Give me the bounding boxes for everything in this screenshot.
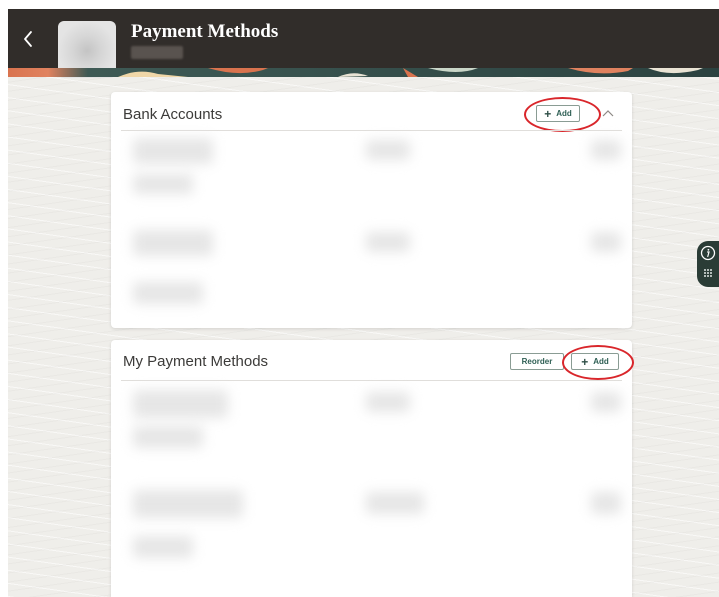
- redacted-content: [133, 536, 193, 558]
- chevron-left-icon: [24, 31, 32, 47]
- redacted-content: [133, 282, 203, 304]
- plus-icon: +: [581, 354, 589, 369]
- back-button[interactable]: [14, 23, 42, 55]
- add-payment-method-button[interactable]: + Add: [571, 353, 619, 370]
- redacted-content: [591, 392, 621, 412]
- bank-accounts-card: Bank Accounts + Add: [111, 92, 632, 328]
- add-bank-account-button[interactable]: + Add: [536, 105, 580, 122]
- page-title: Payment Methods: [131, 21, 279, 42]
- my-payment-methods-card: My Payment Methods Reorder + Add: [111, 340, 634, 597]
- add-bank-account-label: Add: [556, 109, 572, 118]
- app-frame: Payment Methods Bank Accounts + Add My P…: [8, 9, 719, 597]
- redacted-content: [133, 138, 213, 164]
- plus-icon: +: [544, 106, 552, 121]
- page-subtitle-redacted: [131, 46, 183, 59]
- my-payment-methods-title: My Payment Methods: [123, 353, 269, 370]
- info-icon: [700, 245, 716, 261]
- redacted-content: [591, 492, 621, 514]
- redacted-content: [591, 232, 621, 252]
- dots-grid-icon: [704, 269, 712, 277]
- redacted-content: [366, 140, 410, 160]
- card-divider: [121, 130, 622, 131]
- collapse-bank-accounts-button[interactable]: [600, 106, 616, 120]
- add-payment-method-label: Add: [593, 357, 609, 366]
- redacted-content: [133, 174, 193, 194]
- redacted-content: [133, 390, 228, 418]
- info-side-panel-button[interactable]: [697, 241, 719, 287]
- redacted-content: [591, 140, 621, 160]
- card-divider: [121, 380, 622, 381]
- redacted-content: [366, 232, 410, 252]
- page-header: Payment Methods: [8, 9, 719, 78]
- chevron-up-icon: [602, 110, 614, 117]
- header-decorative-band: [8, 68, 719, 77]
- redacted-content: [133, 490, 243, 518]
- redacted-content: [366, 392, 410, 412]
- redacted-content: [133, 230, 213, 256]
- redacted-content: [366, 492, 424, 514]
- reorder-button[interactable]: Reorder: [510, 353, 564, 370]
- redacted-content: [133, 426, 203, 448]
- bank-accounts-title: Bank Accounts: [123, 106, 223, 123]
